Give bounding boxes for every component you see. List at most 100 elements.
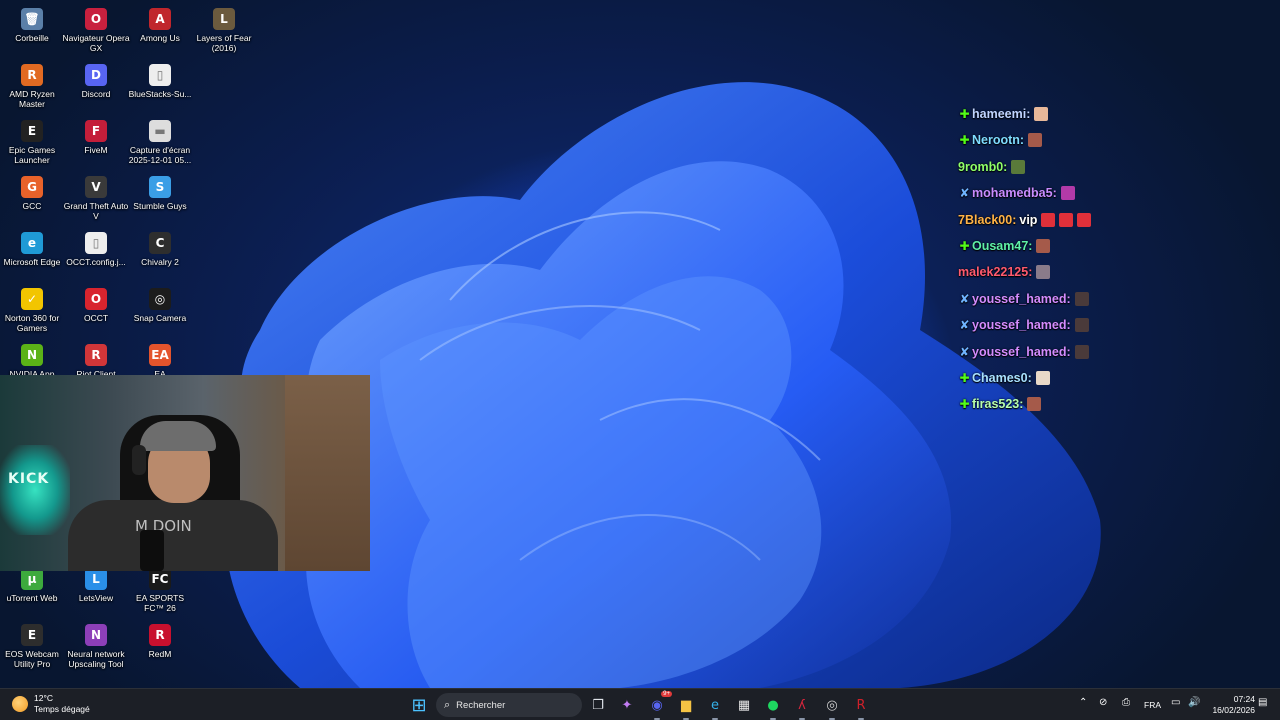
- desktop-icon[interactable]: D Discord: [64, 60, 128, 116]
- desktop-icon[interactable]: V Grand Theft Auto V: [64, 172, 128, 228]
- moderator-badge-icon: ✘: [959, 186, 970, 201]
- chat-username[interactable]: Ousam47:: [972, 239, 1032, 253]
- notification-icon[interactable]: ▤: [1258, 697, 1267, 708]
- microphone: [140, 530, 164, 571]
- taskbar-clock[interactable]: 07:24 16/02/2026: [1205, 694, 1255, 716]
- desktop-icon[interactable]: 🗑 Corbeille: [0, 4, 64, 60]
- subscriber-badge-icon: ✚: [959, 371, 970, 385]
- store-icon[interactable]: ▦: [732, 693, 756, 717]
- desktop-icon[interactable]: ◎ Snap Camera: [128, 284, 192, 340]
- chat-username[interactable]: 7Black00:: [958, 213, 1016, 227]
- riot-icon: R: [85, 344, 107, 366]
- desktop-icon-label: Snap Camera: [133, 313, 187, 323]
- chat-message: ✘ mohamedba5:: [958, 183, 1075, 203]
- desktop-icon-label: OCCT.config.j...: [66, 257, 126, 267]
- ea-fc-icon: FC: [149, 568, 171, 590]
- task-view-icon[interactable]: ❐: [586, 693, 610, 717]
- desktop-icon[interactable]: O OCCT: [64, 284, 128, 340]
- eos-webcam-icon: E: [21, 624, 43, 646]
- subscriber-badge-icon: ✚: [959, 133, 970, 148]
- desktop-icon[interactable]: R RedM: [128, 620, 192, 676]
- letsview-icon: L: [85, 568, 107, 590]
- desktop-icon-label: Stumble Guys: [133, 201, 187, 211]
- desktop-icon[interactable]: FC EA SPORTS FC™ 26: [128, 564, 192, 620]
- desktop-icon[interactable]: E Epic Games Launcher: [0, 116, 64, 172]
- webcam-overlay: KICK M DOIN: [0, 375, 370, 571]
- desktop-icon[interactable]: L LetsView: [64, 564, 128, 620]
- microphone-icon[interactable]: ⎙: [1122, 697, 1130, 708]
- moderator-badge-icon: ✘: [959, 291, 970, 306]
- desktop-icon[interactable]: ▯ BlueStacks-Su...: [128, 60, 192, 116]
- chat-username[interactable]: hameemi:: [972, 107, 1030, 121]
- chat-message: ✚ Nerootn:: [958, 130, 1043, 150]
- chat-username[interactable]: youssef_hamed:: [972, 345, 1071, 359]
- chat-username[interactable]: malek22125:: [958, 265, 1032, 279]
- display-icon[interactable]: ▭: [1171, 697, 1180, 708]
- desktop-icon[interactable]: C Chivalry 2: [128, 228, 192, 284]
- desktop-icon[interactable]: µ uTorrent Web: [0, 564, 64, 620]
- streamer-cap: [140, 421, 216, 451]
- desktop-icon[interactable]: G GCC: [0, 172, 64, 228]
- chat-message: ✚ firas523:: [958, 394, 1042, 414]
- desktop-icon[interactable]: S Stumble Guys: [128, 172, 192, 228]
- chat-username[interactable]: Chames0:: [972, 371, 1032, 385]
- desktop-icon[interactable]: L Layers of Fear (2016): [192, 4, 256, 60]
- desktop-icon[interactable]: ▯ OCCT.config.j...: [64, 228, 128, 284]
- redm-taskbar-icon[interactable]: R: [849, 693, 873, 720]
- desktop-icon[interactable]: O Navigateur Opera GX: [62, 4, 130, 60]
- desktop-icon[interactable]: F FiveM: [64, 116, 128, 172]
- clock-time: 07:24: [1233, 694, 1255, 704]
- desktop-icon[interactable]: N Neural network Upscaling Tool: [64, 620, 128, 676]
- taskbar-search-box[interactable]: ⌕ Rechercher: [436, 693, 582, 717]
- chat-message: 9romb0:: [958, 157, 1026, 177]
- obs-icon[interactable]: ◎: [820, 693, 844, 720]
- subscriber-badge-icon: ✚: [959, 107, 970, 121]
- file-icon: ▯: [85, 232, 107, 254]
- chat-username[interactable]: youssef_hamed:: [972, 292, 1071, 306]
- chat-username[interactable]: firas523:: [972, 397, 1023, 411]
- chat-emote-icon: [1035, 371, 1050, 385]
- weather-widget[interactable]: 12°C Temps dégagé: [12, 693, 90, 715]
- desktop-icon[interactable]: ✓ Norton 360 for Gamers: [0, 284, 64, 340]
- start-button[interactable]: ⊞: [407, 693, 431, 717]
- desktop-icon-label: Chivalry 2: [141, 257, 179, 267]
- fivem-taskbar-icon[interactable]: ʎ: [790, 693, 814, 720]
- chat-emote-icon: [1028, 133, 1043, 148]
- chat-username[interactable]: 9romb0:: [958, 160, 1007, 174]
- weather-temperature: 12°C: [34, 693, 53, 703]
- volume-icon[interactable]: 🔊: [1188, 697, 1200, 708]
- sun-icon: [12, 696, 28, 712]
- subscriber-badge-icon: ✚: [959, 239, 970, 253]
- recycle-bin-icon: 🗑: [21, 8, 43, 30]
- desktop-icon-label: Layers of Fear (2016): [196, 33, 252, 53]
- desktop-icon[interactable]: R AMD Ryzen Master: [0, 60, 64, 116]
- discord-taskbar-icon[interactable]: ◉ 9+: [645, 691, 672, 720]
- weather-condition: Temps dégagé: [34, 704, 90, 714]
- chat-emote-icon: [1074, 344, 1089, 359]
- chat-username[interactable]: Nerootn:: [972, 133, 1024, 147]
- chat-message: ✚ Chames0:: [958, 368, 1050, 388]
- chevron-up-icon[interactable]: ⌃: [1079, 697, 1087, 708]
- chat-username[interactable]: youssef_hamed:: [972, 318, 1071, 332]
- neon-sign-text: KICK: [8, 471, 50, 487]
- file-explorer-icon[interactable]: ▆: [674, 693, 698, 720]
- desktop-icon-label: GCC: [22, 201, 42, 211]
- layers-of-fear-icon: L: [213, 8, 235, 30]
- chivalry-icon: C: [149, 232, 171, 254]
- desktop-icon[interactable]: E EOS Webcam Utility Pro: [0, 620, 64, 676]
- desktop-icon-label: Among Us: [140, 33, 180, 43]
- desktop-icon[interactable]: ▬ Capture d'écran 2025-12-01 05...: [128, 116, 192, 172]
- chat-emote-icon: [1060, 186, 1075, 201]
- copilot-icon[interactable]: ✦: [615, 693, 639, 717]
- norton-icon: ✓: [21, 288, 43, 310]
- epic-games-icon: E: [21, 120, 43, 142]
- desktop-icon[interactable]: e Microsoft Edge: [0, 228, 64, 284]
- desktop-icon[interactable]: A Among Us: [128, 4, 192, 60]
- background-door: [285, 375, 370, 571]
- network-off-icon[interactable]: ⊘: [1099, 697, 1107, 708]
- spotify-icon[interactable]: ●: [761, 693, 785, 720]
- discord-icon: D: [85, 64, 107, 86]
- edge-taskbar-icon[interactable]: e: [703, 693, 727, 720]
- language-indicator[interactable]: FRA: [1144, 700, 1161, 710]
- chat-username[interactable]: mohamedba5:: [972, 186, 1057, 200]
